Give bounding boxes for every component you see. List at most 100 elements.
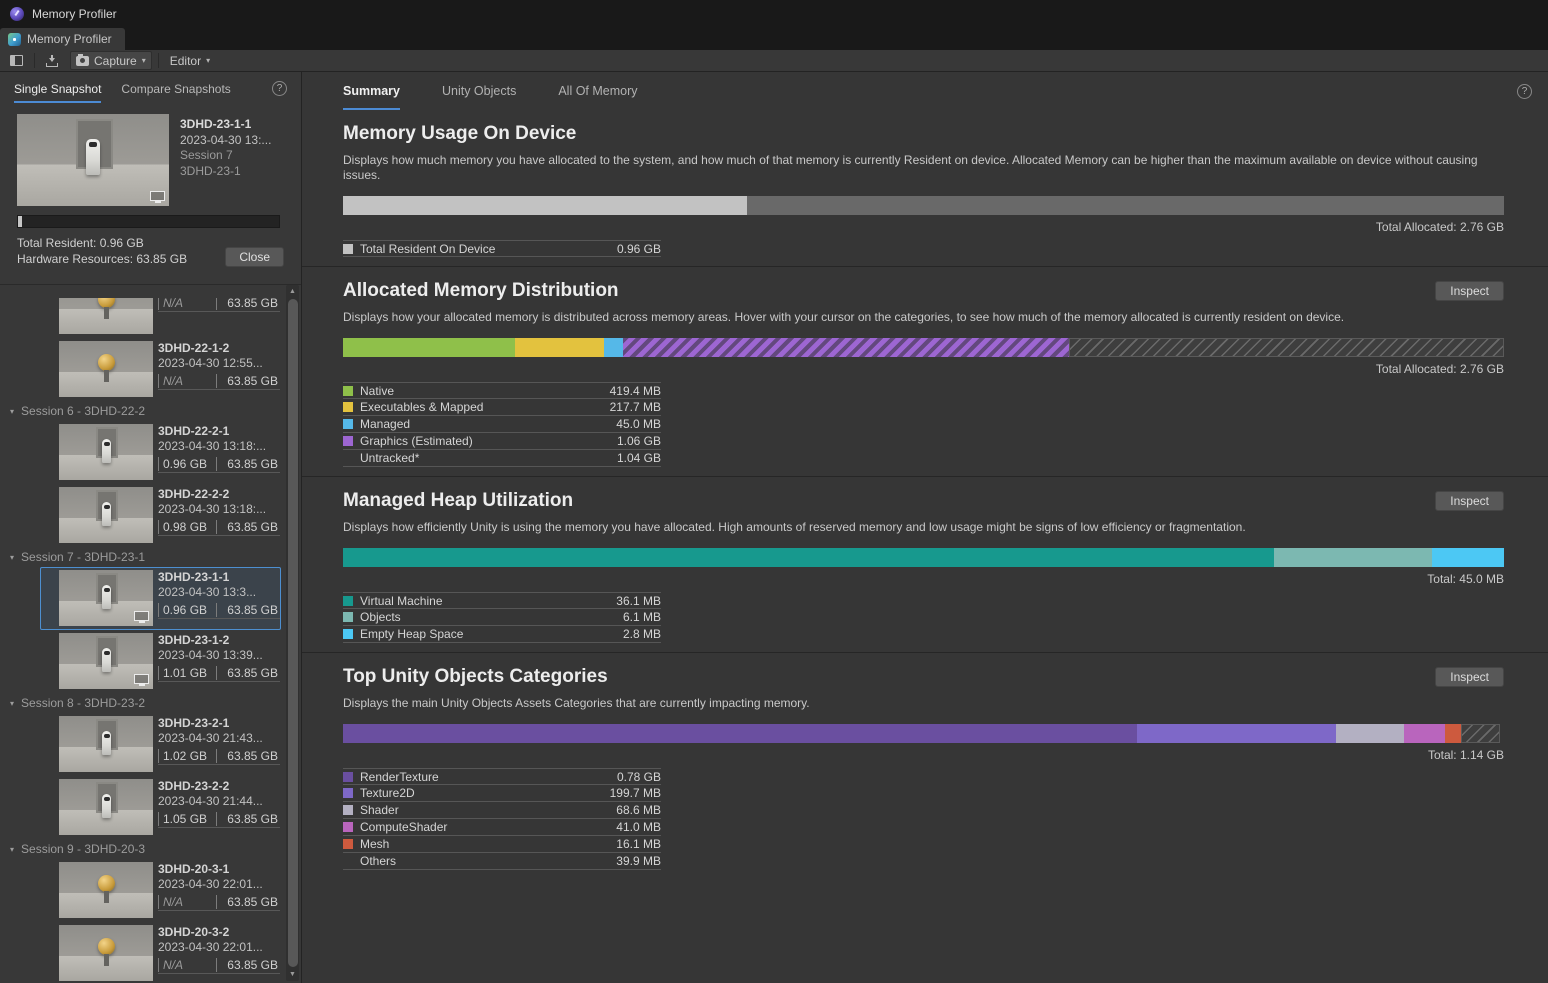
panel-toggle-button[interactable] (5, 51, 28, 70)
snapshot-item-selected[interactable]: 3DHD-23-1-1 2023-04-30 13:3... 0.96 GB 6… (40, 567, 281, 630)
snapshot-resident-value: 1.02 GB (158, 749, 216, 763)
memory-profiler-tab[interactable]: Memory Profiler (0, 28, 125, 50)
inspect-button[interactable]: Inspect (1435, 667, 1504, 687)
collapse-icon: ▾ (10, 845, 14, 854)
open-snapshot-session: Session 7 (180, 148, 271, 164)
robot-figure (86, 139, 100, 175)
legend-value: 45.0 MB (616, 417, 661, 431)
snapshot-resident-value: N/A (158, 298, 216, 310)
session-header[interactable]: ▾ Session 7 - 3DHD-23-1 (10, 547, 281, 567)
import-snapshot-button[interactable] (41, 51, 64, 70)
snapshot-name: 3DHD-22-2-1 (158, 424, 277, 439)
robot-figure (102, 731, 111, 755)
capture-dropdown-arrow[interactable]: ▾ (142, 57, 146, 65)
shader-segment (1336, 724, 1404, 743)
gold-figure (98, 875, 115, 892)
open-snapshot-thumbnail (17, 114, 169, 206)
memory-usage-description: Displays how much memory you have alloca… (343, 153, 1504, 183)
snapshot-name: 3DHD-20-3-2 (158, 925, 277, 940)
snapshot-thumbnail (59, 424, 153, 480)
snapshot-hardware-value: 63.85 GB (216, 666, 280, 680)
total-allocated-label: Total Allocated: 2.76 GB (343, 220, 1504, 234)
snapshot-item[interactable]: 3DHD-23-1-2 2023-04-30 13:39... 1.01 GB … (40, 630, 281, 693)
snapshot-hardware-value: 63.85 GB (216, 520, 280, 534)
content-area: Single Snapshot Compare Snapshots ? 3DHD… (0, 72, 1548, 983)
top-unity-objects-title: Top Unity Objects Categories (343, 666, 608, 688)
legend-value: 41.0 MB (616, 820, 661, 834)
snapshot-thumbnail (59, 570, 153, 626)
legend-row: Virtual Machine 36.1 MB (343, 592, 661, 609)
tab-all-of-memory[interactable]: All Of Memory (558, 72, 637, 110)
tab-summary[interactable]: Summary (343, 72, 400, 110)
snapshot-thumbnail (59, 341, 153, 397)
snapshot-item[interactable]: 3DHD-22-1-2 2023-04-30 12:55... N/A 63.8… (40, 338, 281, 401)
session-label: Session 9 - 3DHD-20-3 (21, 842, 145, 856)
memory-usage-legend: Total Resident On Device 0.96 GB (343, 240, 661, 257)
collapse-icon: ▾ (10, 407, 14, 416)
gold-figure (98, 298, 115, 308)
scrollbar-thumb[interactable] (288, 299, 298, 967)
legend-row: Untracked* 1.04 GB (343, 450, 661, 467)
snapshot-item[interactable]: 2023-04-30 12:54... N/A 63.85 GB (40, 298, 281, 338)
managed-heap-legend: Virtual Machine 36.1 MB Objects 6.1 MB E… (343, 592, 661, 643)
snapshot-item[interactable]: 3DHD-23-2-2 2023-04-30 21:44... 1.05 GB … (40, 776, 281, 839)
tab-unity-objects[interactable]: Unity Objects (442, 72, 516, 110)
snapshot-item[interactable]: 3DHD-22-2-2 2023-04-30 13:18:... 0.98 GB… (40, 484, 281, 547)
legend-label: Untracked* (360, 451, 617, 465)
capture-button[interactable]: Capture ▾ (70, 51, 152, 70)
snapshot-list: 2023-04-30 12:54... N/A 63.85 GB 3DHD-22… (0, 285, 301, 983)
snapshot-thumbnail (59, 862, 153, 918)
legend-value: 68.6 MB (616, 803, 661, 817)
legend-swatch (343, 612, 353, 622)
rendertexture-segment (343, 724, 1137, 743)
legend-row: Texture2D 199.7 MB (343, 785, 661, 802)
list-scrollbar[interactable]: ▲ ▼ (286, 285, 299, 981)
legend-row: Graphics (Estimated) 1.06 GB (343, 433, 661, 450)
legend-swatch (343, 419, 353, 429)
tab-compare-snapshots[interactable]: Compare Snapshots (121, 72, 230, 105)
session-header[interactable]: ▾ Session 9 - 3DHD-20-3 (10, 839, 281, 859)
executables-segment (515, 338, 604, 357)
import-icon (46, 55, 59, 67)
inspect-button[interactable]: Inspect (1435, 281, 1504, 301)
snapshot-name: 3DHD-22-1-2 (158, 341, 277, 356)
sidebar-help-icon[interactable]: ? (272, 81, 287, 96)
snapshot-thumbnail (59, 487, 153, 543)
tab-unity-objects-label: Unity Objects (442, 84, 516, 98)
snapshot-item[interactable]: 3DHD-20-3-2 2023-04-30 22:01... N/A 63.8… (40, 922, 281, 983)
legend-swatch-empty (343, 453, 353, 463)
legend-row: Total Resident On Device 0.96 GB (343, 240, 661, 257)
scroll-up-arrow[interactable]: ▲ (286, 285, 299, 298)
top-unity-objects-legend: RenderTexture 0.78 GB Texture2D 199.7 MB… (343, 768, 661, 870)
session-header[interactable]: ▾ Session 8 - 3DHD-23-2 (10, 693, 281, 713)
legend-swatch (343, 805, 353, 815)
scroll-down-arrow[interactable]: ▼ (286, 968, 299, 981)
tab-single-snapshot[interactable]: Single Snapshot (14, 72, 101, 105)
editor-dropdown-arrow: ▾ (206, 57, 210, 65)
open-snapshot-card: 3DHD-23-1-1 2023-04-30 13:... Session 7 … (0, 105, 301, 279)
legend-label: Total Resident On Device (360, 242, 617, 256)
snapshot-resident-value: 1.01 GB (158, 666, 216, 680)
close-button[interactable]: Close (225, 247, 284, 267)
snapshot-resident-value: N/A (158, 958, 216, 972)
editor-target-dropdown[interactable]: Editor ▾ (165, 51, 215, 70)
legend-row: Shader 68.6 MB (343, 802, 661, 819)
snapshot-item[interactable]: 3DHD-20-3-1 2023-04-30 22:01... N/A 63.8… (40, 859, 281, 922)
tab-compare-snapshots-label: Compare Snapshots (121, 82, 230, 96)
main-help-icon[interactable]: ? (1517, 84, 1532, 99)
legend-value: 2.8 MB (623, 627, 661, 641)
texture2d-segment (1137, 724, 1336, 743)
legend-value: 0.78 GB (617, 770, 661, 784)
snapshot-item[interactable]: 3DHD-22-2-1 2023-04-30 13:18:... 0.96 GB… (40, 421, 281, 484)
legend-value: 1.06 GB (617, 434, 661, 448)
snapshot-resident-value: N/A (158, 895, 216, 909)
snapshot-item[interactable]: 3DHD-23-2-1 2023-04-30 21:43... 1.02 GB … (40, 713, 281, 776)
snapshot-name: 3DHD-23-1-1 (158, 570, 277, 585)
inspect-button[interactable]: Inspect (1435, 491, 1504, 511)
editor-capture-icon (150, 191, 165, 201)
snapshot-thumbnail (59, 633, 153, 689)
legend-value: 16.1 MB (616, 837, 661, 851)
snapshot-thumbnail (59, 716, 153, 772)
legend-swatch (343, 244, 353, 254)
session-header[interactable]: ▾ Session 6 - 3DHD-22-2 (10, 401, 281, 421)
